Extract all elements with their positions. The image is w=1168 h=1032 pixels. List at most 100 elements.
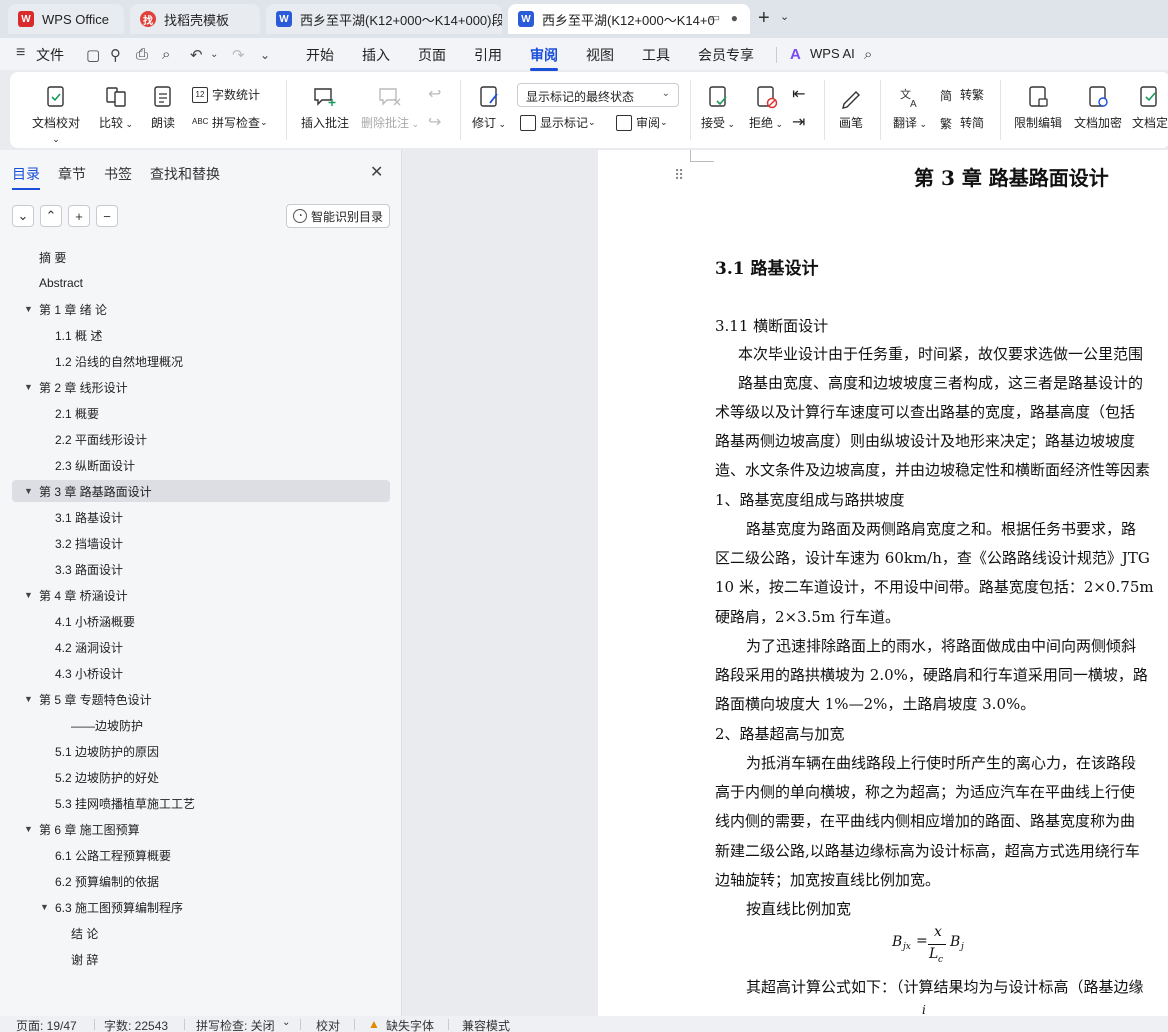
menu-file[interactable]: 文件 bbox=[36, 45, 64, 65]
spell-check-status[interactable]: 拼写检查: 关闭 bbox=[196, 1017, 275, 1032]
accept-button[interactable]: 接受 ⌄ bbox=[698, 84, 738, 131]
menu-insert[interactable]: 插入 bbox=[362, 45, 390, 65]
next-comment-icon[interactable]: ↪ bbox=[428, 112, 441, 132]
menu-view[interactable]: 视图 bbox=[586, 45, 614, 65]
smart-toc-button[interactable]: ◔ 智能识别目录 bbox=[286, 204, 390, 228]
toc-item[interactable]: 4.1 小桥涵概要 bbox=[12, 610, 390, 632]
new-tab-plus-icon[interactable]: + bbox=[758, 8, 770, 28]
menu-review[interactable]: 审阅 bbox=[530, 45, 558, 71]
panel-tab-sections[interactable]: 章节 bbox=[58, 164, 86, 184]
page-indicator[interactable]: 页面: 19/47 bbox=[16, 1017, 77, 1032]
close-icon[interactable]: ✕ bbox=[370, 162, 383, 182]
reject-button[interactable]: 拒绝 ⌄ bbox=[746, 84, 786, 131]
encrypt-button[interactable]: 文档加密 bbox=[1070, 84, 1126, 131]
menu-wps-ai[interactable]: WPS AI bbox=[810, 46, 855, 61]
print-icon[interactable]: ⎙ bbox=[136, 46, 148, 63]
toc-item[interactable]: ▼ 第 2 章 线形设计 bbox=[12, 376, 390, 398]
menu-member[interactable]: 会员专享 bbox=[698, 45, 754, 65]
next-change-icon[interactable]: ⇥ bbox=[792, 112, 805, 132]
tab-document-2[interactable]: W 西乡至平湖(K12+000～K14+0 ▭ ● bbox=[508, 4, 750, 34]
toc-item[interactable]: 5.1 边坡防护的原因 bbox=[12, 740, 390, 762]
hamburger-icon[interactable]: ≡ bbox=[16, 44, 25, 62]
translate-button[interactable]: 文A 翻译 ⌄ bbox=[890, 84, 930, 131]
toc-item[interactable]: 4.2 涵洞设计 bbox=[12, 636, 390, 658]
collapse-triangle-icon[interactable]: ▼ bbox=[24, 486, 33, 496]
track-changes-button[interactable]: 修订 ⌄ bbox=[470, 84, 508, 131]
menu-page[interactable]: 页面 bbox=[418, 45, 446, 65]
collapse-triangle-icon[interactable]: ▼ bbox=[24, 382, 33, 392]
toc-item[interactable]: 2.2 平面线形设计 bbox=[12, 428, 390, 450]
toc-item[interactable]: 6.2 预算编制的依据 bbox=[12, 870, 390, 892]
compare-button[interactable]: 比较 ⌄ bbox=[96, 84, 136, 131]
show-markup-button[interactable]: 显示标记 ⌄ bbox=[520, 114, 596, 131]
collapse-triangle-icon[interactable]: ▼ bbox=[24, 304, 33, 314]
drag-handle-icon[interactable]: ⠿ bbox=[674, 168, 684, 184]
prev-change-icon[interactable]: ⇤ bbox=[792, 84, 805, 104]
undo-dropdown-icon[interactable]: ⌄ bbox=[210, 49, 218, 60]
toc-item[interactable]: Abstract bbox=[12, 272, 390, 294]
toc-item[interactable]: 5.2 边坡防护的好处 bbox=[12, 766, 390, 788]
word-count-status[interactable]: 字数: 22543 bbox=[104, 1017, 168, 1032]
wps-ai-icon[interactable]: A bbox=[790, 46, 801, 63]
redo-icon[interactable]: ↷ bbox=[232, 46, 245, 64]
tab-template[interactable]: 找 找稻壳模板 bbox=[130, 4, 260, 34]
toc-item[interactable]: 结 论 bbox=[12, 922, 390, 944]
toc-item[interactable]: 2.3 纵断面设计 bbox=[12, 454, 390, 476]
panel-tab-toc[interactable]: 目录 bbox=[12, 164, 40, 190]
add-level-icon[interactable]: + bbox=[68, 205, 90, 227]
toc-item[interactable]: ▼ 第 4 章 桥涵设计 bbox=[12, 584, 390, 606]
collapse-triangle-icon[interactable]: ▼ bbox=[40, 902, 49, 912]
collapse-triangle-icon[interactable]: ▼ bbox=[24, 694, 33, 704]
spell-check-button[interactable]: ABC 拼写检查 ⌄ bbox=[192, 114, 268, 131]
menu-tools[interactable]: 工具 bbox=[642, 45, 670, 65]
toc-item[interactable]: ▼ 第 1 章 绪 论 bbox=[12, 298, 390, 320]
word-count-button[interactable]: 12 字数统计 bbox=[192, 86, 260, 103]
toc-item[interactable]: ——边坡防护 bbox=[12, 714, 390, 736]
more-chevron-icon[interactable]: ⌄ bbox=[260, 48, 270, 62]
menu-home[interactable]: 开始 bbox=[306, 45, 334, 65]
undo-icon[interactable]: ↶ bbox=[190, 46, 203, 64]
doc-check-button[interactable]: 文档校对 ⌄ bbox=[28, 84, 84, 145]
screen-icon[interactable]: ▭ bbox=[710, 11, 720, 24]
menu-reference[interactable]: 引用 bbox=[474, 45, 502, 65]
toc-item[interactable]: 3.3 路面设计 bbox=[12, 558, 390, 580]
collapse-triangle-icon[interactable]: ▼ bbox=[24, 824, 33, 834]
to-traditional-button[interactable]: 简 转繁 bbox=[940, 86, 984, 103]
collapse-triangle-icon[interactable]: ▼ bbox=[24, 590, 33, 600]
missing-font-status[interactable]: 缺失字体 bbox=[386, 1017, 434, 1032]
unsaved-dot-icon[interactable]: ● bbox=[731, 11, 738, 25]
toc-item[interactable]: 1.2 沿线的自然地理概况 bbox=[12, 350, 390, 372]
tab-document-1[interactable]: W 西乡至平湖(K12+000～K14+000)段 bbox=[266, 4, 502, 34]
search-icon[interactable]: ⌕ bbox=[864, 46, 872, 63]
toc-item[interactable]: 3.2 挡墙设计 bbox=[12, 532, 390, 554]
toc-item[interactable]: ▼ 第 5 章 专题特色设计 bbox=[12, 688, 390, 710]
toc-item-selected[interactable]: ▼ 第 3 章 路基路面设计 bbox=[12, 480, 390, 502]
toc-item[interactable]: 4.3 小桥设计 bbox=[12, 662, 390, 684]
save-icon[interactable]: ▢ bbox=[86, 46, 100, 64]
toc-item[interactable]: 3.1 路基设计 bbox=[12, 506, 390, 528]
review-pane-button[interactable]: 审阅 ⌄ bbox=[616, 114, 668, 131]
restrict-edit-button[interactable]: 限制编辑 bbox=[1010, 84, 1066, 131]
to-simplified-button[interactable]: 繁 转简 bbox=[940, 114, 984, 131]
toc-item[interactable]: 5.3 挂网喷播植草施工工艺 bbox=[12, 792, 390, 814]
chevron-down-icon[interactable]: ⌄ bbox=[12, 205, 34, 227]
tab-wps-office[interactable]: W WPS Office bbox=[8, 4, 124, 34]
toc-item[interactable]: 6.1 公路工程预算概要 bbox=[12, 844, 390, 866]
toc-item[interactable]: 2.1 概要 bbox=[12, 402, 390, 424]
print-preview-icon[interactable]: ⌕ bbox=[162, 46, 170, 63]
toc-item[interactable]: ▼ 6.3 施工图预算编制程序 bbox=[12, 896, 390, 918]
pen-button[interactable]: 画笔 bbox=[834, 84, 868, 131]
doc-final-button[interactable]: 文档定 bbox=[1130, 84, 1168, 131]
insert-comment-button[interactable]: 插入批注 bbox=[298, 84, 352, 131]
panel-tab-bookmarks[interactable]: 书签 bbox=[104, 164, 132, 184]
chevron-down-icon[interactable]: ⌄ bbox=[780, 10, 789, 23]
read-aloud-button[interactable]: 朗读 bbox=[148, 84, 178, 131]
chevron-down-icon[interactable]: ⌄ bbox=[282, 1017, 290, 1028]
delete-comment-button[interactable]: 删除批注 ⌄ bbox=[360, 84, 420, 131]
chevron-up-icon[interactable]: ⌃ bbox=[40, 205, 62, 227]
proofread-status[interactable]: 校对 bbox=[316, 1017, 340, 1032]
toc-item[interactable]: ▼ 第 6 章 施工图预算 bbox=[12, 818, 390, 840]
remove-level-icon[interactable]: − bbox=[96, 205, 118, 227]
share-icon[interactable]: ⚲ bbox=[110, 46, 121, 64]
toc-item[interactable]: 1.1 概 述 bbox=[12, 324, 390, 346]
